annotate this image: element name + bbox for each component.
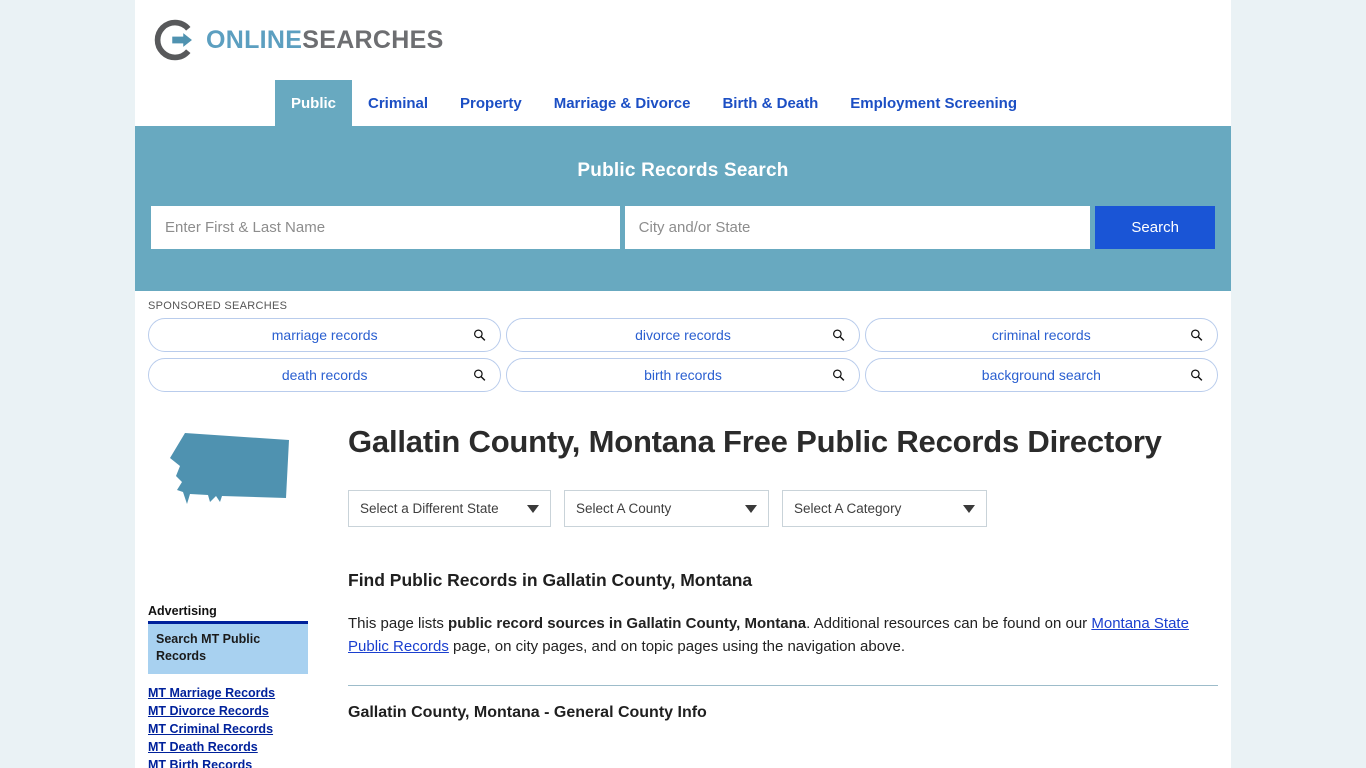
site-header: ONLINESEARCHES	[135, 0, 1231, 80]
county-info-heading: Gallatin County, Montana - General Count…	[348, 703, 707, 721]
content-divider	[348, 684, 1218, 686]
sidebar-link-mt-death-records[interactable]: MT Death Records	[148, 740, 320, 754]
tab-marriage-divorce[interactable]: Marriage & Divorce	[538, 80, 707, 126]
intro-text-2: . Additional resources can be found on o…	[806, 615, 1092, 633]
public-records-search-panel: Public Records Search Search	[135, 126, 1231, 291]
sidebar-link-mt-marriage-records[interactable]: MT Marriage Records	[148, 686, 320, 700]
page-title: Gallatin County, Montana Free Public Rec…	[348, 424, 1162, 459]
intro-text-1: This page lists	[348, 615, 449, 633]
pill-label: background search	[981, 367, 1101, 383]
search-icon	[1191, 369, 1203, 381]
search-icon	[474, 369, 486, 381]
sponsored-pill-criminal-records[interactable]: criminal records	[864, 318, 1218, 352]
intro-paragraph: This page lists public record sources in…	[348, 613, 1210, 659]
pill-label: divorce records	[635, 327, 731, 343]
sponsored-pill-grid: marriage records divorce records crimina…	[148, 318, 1218, 392]
main-content: Advertising Search MT Public Records MT …	[135, 398, 1231, 768]
search-icon	[832, 369, 845, 381]
intro-bold-phrase: public record sources in Gallatin County…	[448, 615, 807, 633]
state-map-container	[148, 422, 308, 532]
pill-label: criminal records	[991, 327, 1091, 343]
tab-employment-screening[interactable]: Employment Screening	[834, 80, 1033, 126]
tab-property[interactable]: Property	[444, 80, 538, 126]
search-submit-button[interactable]: Search	[1095, 206, 1215, 249]
tab-public[interactable]: Public	[275, 80, 353, 126]
left-sidebar: Advertising Search MT Public Records MT …	[148, 422, 320, 768]
circle-arrow-logo-icon	[154, 19, 192, 61]
select-county-value: Select A County	[576, 501, 672, 517]
logo-text-searches: SEARCHES	[302, 25, 444, 54]
location-search-input[interactable]	[624, 206, 1091, 249]
site-container: ONLINESEARCHES Public Criminal Property …	[135, 0, 1231, 768]
chevron-down-icon	[963, 504, 975, 513]
chevron-down-icon	[527, 504, 539, 513]
sponsored-searches-label: SPONSORED SEARCHES	[148, 300, 288, 312]
select-county-dropdown[interactable]: Select A County	[564, 490, 769, 528]
montana-state-map-icon	[170, 433, 289, 504]
search-icon	[832, 329, 845, 341]
advertising-block: Advertising Search MT Public Records MT …	[148, 604, 320, 768]
sponsored-searches-section: SPONSORED SEARCHES marriage records divo…	[135, 291, 1231, 398]
main-navigation: Public Criminal Property Marriage & Divo…	[135, 80, 1231, 126]
sidebar-link-mt-divorce-records[interactable]: MT Divorce Records	[148, 704, 320, 718]
search-panel-title: Public Records Search	[577, 160, 789, 181]
primary-column: Gallatin County, Montana Free Public Rec…	[320, 422, 1218, 768]
sidebar-link-mt-birth-records[interactable]: MT Birth Records	[148, 758, 320, 768]
pill-label: birth records	[644, 367, 722, 383]
select-category-value: Select A Category	[794, 501, 902, 517]
select-different-state-dropdown[interactable]: Select a Different State	[348, 490, 551, 528]
tab-birth-death[interactable]: Birth & Death	[706, 80, 834, 126]
name-search-input[interactable]	[151, 206, 620, 249]
filter-selectors: Select a Different State Select A County…	[348, 490, 1218, 528]
page-background: ONLINESEARCHES Public Criminal Property …	[0, 0, 1366, 768]
sponsored-pill-marriage-records[interactable]: marriage records	[148, 318, 502, 352]
intro-text-3: page, on city pages, and on topic pages …	[448, 637, 906, 655]
sponsored-pill-death-records[interactable]: death records	[148, 358, 502, 392]
ad-search-mt-public-records[interactable]: Search MT Public Records	[148, 624, 308, 674]
sponsored-pill-divorce-records[interactable]: divorce records	[506, 318, 860, 352]
site-logo[interactable]: ONLINESEARCHES	[153, 18, 444, 62]
section-heading: Find Public Records in Gallatin County, …	[348, 570, 753, 591]
logo-text-online: ONLINE	[206, 25, 303, 54]
logo-text: ONLINESEARCHES	[206, 26, 444, 55]
search-icon	[1191, 329, 1203, 341]
sidebar-link-mt-criminal-records[interactable]: MT Criminal Records	[148, 722, 320, 736]
sponsored-pill-background-search[interactable]: background search	[864, 358, 1218, 392]
chevron-down-icon	[745, 504, 757, 513]
search-form: Search	[151, 206, 1215, 249]
pill-label: marriage records	[271, 327, 378, 343]
pill-label: death records	[281, 367, 368, 383]
select-state-value: Select a Different State	[360, 501, 499, 517]
sponsored-pill-birth-records[interactable]: birth records	[506, 358, 860, 392]
select-category-dropdown[interactable]: Select A Category	[782, 490, 987, 528]
tab-criminal[interactable]: Criminal	[352, 80, 444, 126]
advertising-label: Advertising	[148, 604, 217, 618]
sidebar-links-list: MT Marriage Records MT Divorce Records M…	[148, 686, 320, 768]
search-icon	[474, 329, 486, 341]
